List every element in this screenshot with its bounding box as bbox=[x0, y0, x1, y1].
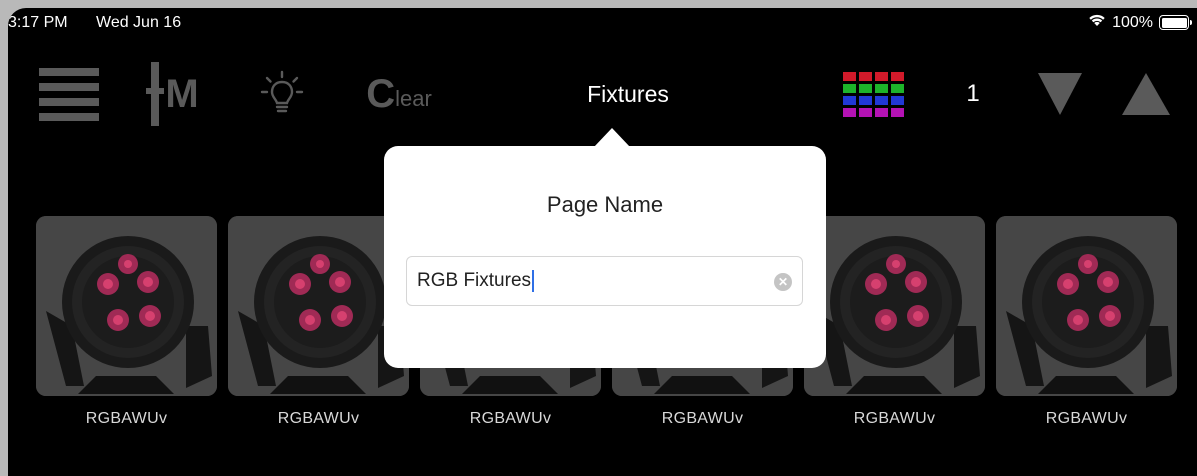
status-date: Wed Jun 16 bbox=[96, 14, 182, 31]
triangle-up-icon[interactable] bbox=[1114, 56, 1178, 132]
color-grid-cell bbox=[858, 95, 872, 105]
fixture-tile[interactable]: RGBAWUv bbox=[228, 216, 409, 428]
color-grid-cell bbox=[890, 83, 904, 93]
page-name-input[interactable]: RGB Fixtures ✕ bbox=[406, 256, 803, 306]
color-grid-cell bbox=[874, 107, 888, 117]
toolbar: M C lear Fixtures 1 bbox=[8, 56, 1197, 132]
wifi-icon bbox=[1088, 13, 1106, 32]
battery-percent: 100% bbox=[1112, 13, 1153, 31]
color-grid-cell bbox=[874, 71, 888, 81]
fixture-image bbox=[804, 216, 985, 396]
fixture-tile[interactable]: RGBAWUv bbox=[804, 216, 985, 428]
clear-label-initial: C bbox=[366, 71, 396, 116]
hamburger-menu-icon[interactable] bbox=[36, 56, 102, 132]
fixture-image bbox=[36, 216, 217, 396]
fixture-label: RGBAWUv bbox=[85, 410, 168, 427]
fader-icon bbox=[146, 62, 165, 126]
color-grid-cell bbox=[842, 83, 856, 93]
battery-icon bbox=[1159, 15, 1192, 30]
lightbulb-icon[interactable] bbox=[252, 56, 312, 132]
text-caret bbox=[532, 270, 535, 292]
page-number: 1 bbox=[966, 80, 980, 107]
color-grid-cell bbox=[890, 95, 904, 105]
color-grid-cell bbox=[842, 95, 856, 105]
color-grid-cell bbox=[874, 83, 888, 93]
page-name-input-value: RGB Fixtures bbox=[417, 270, 532, 291]
fixture-label: RGBAWUv bbox=[469, 410, 552, 427]
color-grid-cell bbox=[858, 71, 872, 81]
popover-arrow bbox=[594, 128, 630, 147]
status-right: 100% bbox=[1088, 13, 1192, 32]
color-grid-cell bbox=[842, 107, 856, 117]
triangle-down-icon[interactable] bbox=[1028, 56, 1092, 132]
battery-fill bbox=[1161, 17, 1187, 28]
fixture-label: RGBAWUv bbox=[1045, 410, 1128, 427]
app-screen: 3:17 PM Wed Jun 16 100% M C lear Fixture… bbox=[8, 8, 1197, 476]
master-letter: M bbox=[165, 71, 199, 116]
fixture-image bbox=[228, 216, 409, 396]
master-button[interactable]: M bbox=[140, 56, 210, 132]
color-grid-cell bbox=[842, 71, 856, 81]
color-grid-cell bbox=[874, 95, 888, 105]
color-grid-cell bbox=[858, 83, 872, 93]
status-time: 3:17 PM bbox=[8, 14, 68, 31]
page-title-button[interactable]: Fixtures bbox=[528, 56, 728, 132]
color-grid-cell bbox=[858, 107, 872, 117]
popover-title: Page Name bbox=[546, 192, 664, 217]
page-name-popover: Page Name RGB Fixtures ✕ bbox=[384, 128, 826, 368]
clear-label-rest: lear bbox=[395, 86, 432, 111]
fixture-image bbox=[996, 216, 1177, 396]
fixture-tile[interactable]: RGBAWUv bbox=[996, 216, 1177, 428]
color-grid-cell bbox=[890, 71, 904, 81]
fixture-label: RGBAWUv bbox=[661, 410, 744, 427]
clear-button[interactable]: C lear bbox=[354, 56, 444, 132]
fixture-tile[interactable]: RGBAWUv bbox=[36, 216, 217, 428]
fixture-label: RGBAWUv bbox=[853, 410, 936, 427]
clear-field-icon[interactable]: ✕ bbox=[774, 273, 792, 291]
color-grid-icon[interactable] bbox=[838, 56, 908, 132]
fixture-label: RGBAWUv bbox=[277, 410, 360, 427]
status-bar: 3:17 PM Wed Jun 16 100% bbox=[8, 8, 1197, 38]
color-grid-cell bbox=[890, 107, 904, 117]
